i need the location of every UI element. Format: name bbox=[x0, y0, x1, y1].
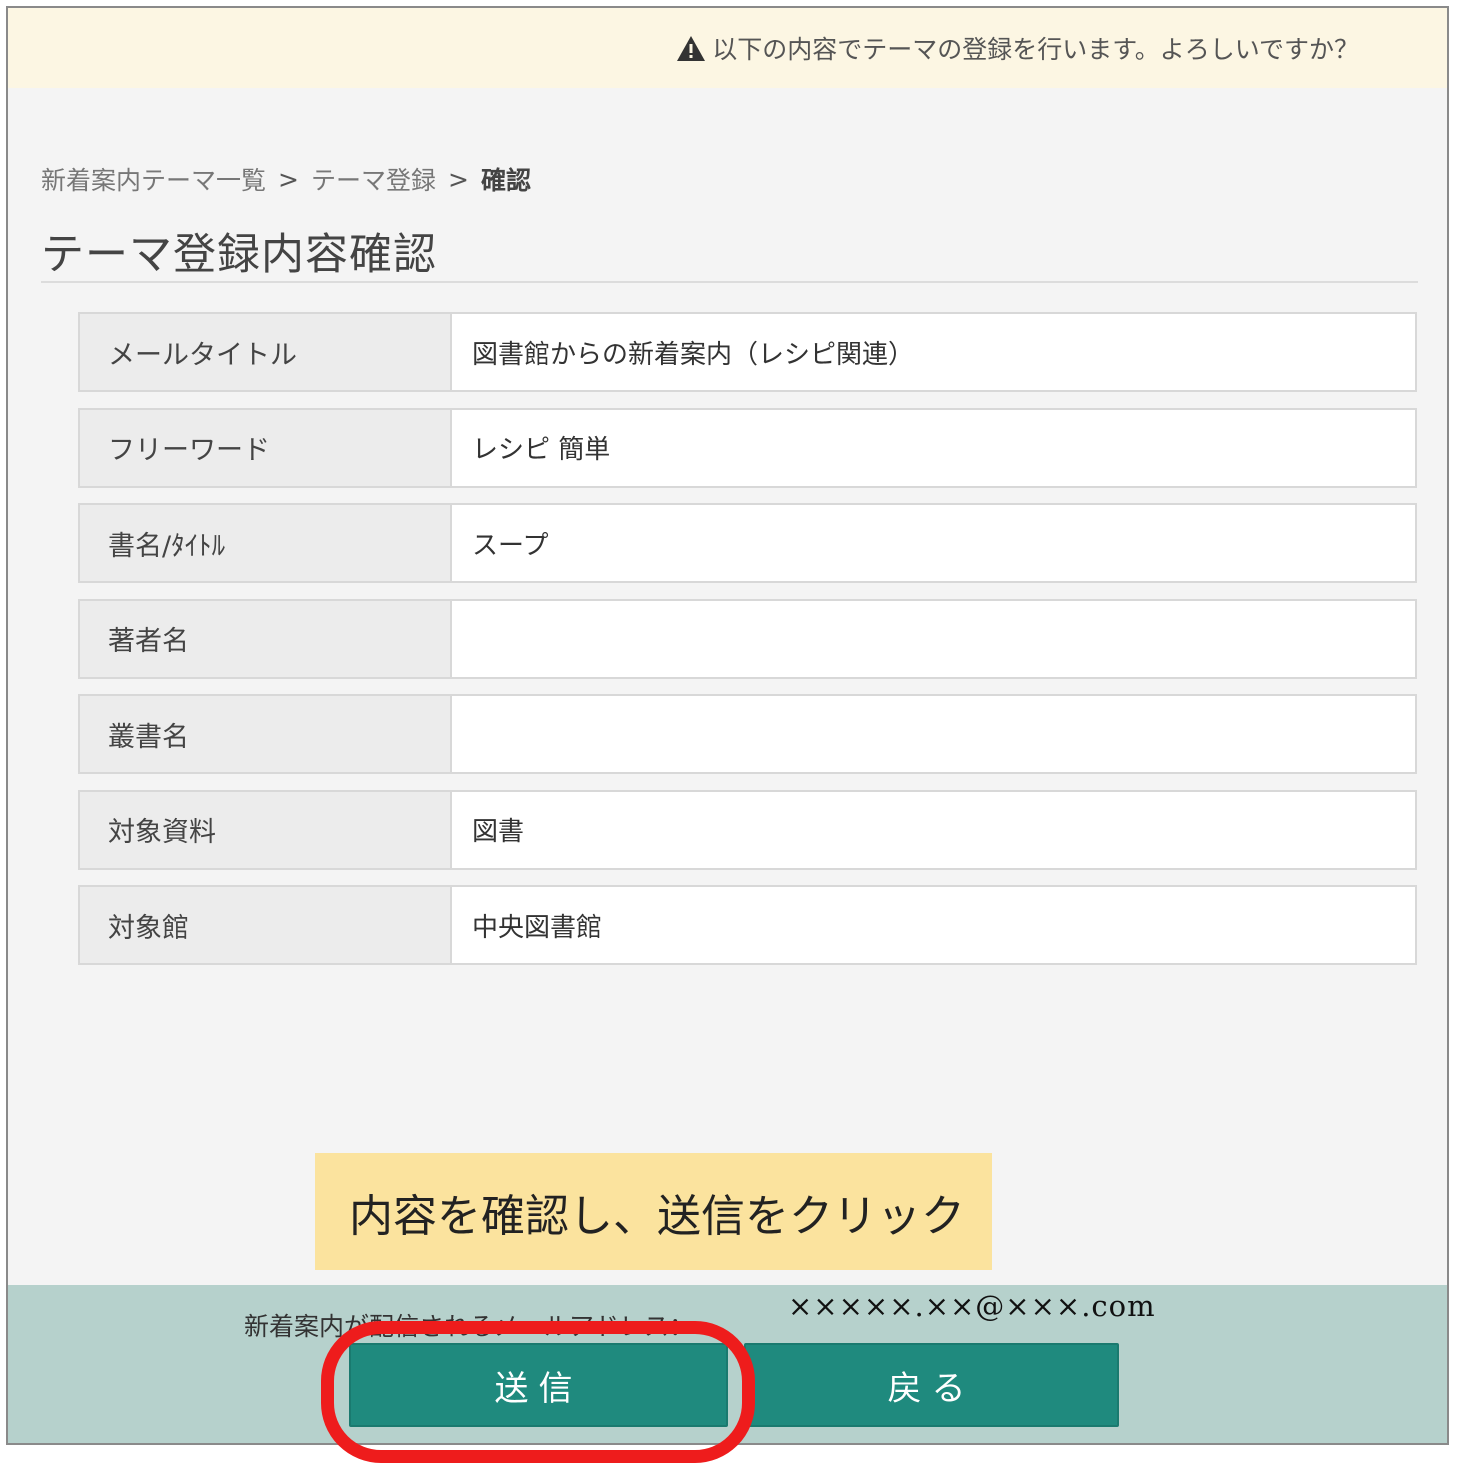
notice-bar: 以下の内容でテーマの登録を行います。よろしいですか？ bbox=[8, 8, 1447, 88]
mail-address-label: 新着案内が配信されるメールアドレス： bbox=[244, 1312, 695, 1341]
title-divider bbox=[41, 281, 1418, 283]
breadcrumb: 新着案内テーマ一覧 > テーマ登録 > 確認 bbox=[41, 161, 531, 197]
breadcrumb-item-confirm: 確認 bbox=[480, 166, 531, 195]
breadcrumb-separator: > bbox=[278, 164, 299, 194]
table-row: 著者名 bbox=[78, 598, 1417, 679]
row-label-free-word: フリーワード bbox=[80, 409, 452, 486]
notice-text: 以下の内容でテーマの登録を行います。よろしいですか？ bbox=[712, 35, 1359, 64]
row-value-book-title: スープ bbox=[452, 505, 1415, 581]
confirmation-table: メールタイトル 図書館からの新着案内（レシピ関連） フリーワード レシピ 簡単 … bbox=[78, 312, 1417, 981]
table-row: メールタイトル 図書館からの新着案内（レシピ関連） bbox=[78, 312, 1417, 392]
row-label-library: 対象館 bbox=[80, 887, 452, 963]
row-value-author bbox=[452, 600, 1415, 677]
row-value-material-type: 図書 bbox=[452, 791, 1415, 868]
row-label-author: 著者名 bbox=[80, 600, 452, 677]
row-value-library: 中央図書館 bbox=[452, 887, 1415, 963]
warning-icon bbox=[676, 35, 706, 62]
page-title: テーマ登録内容確認 bbox=[41, 230, 437, 280]
instruction-callout: 内容を確認し、送信をクリック bbox=[315, 1153, 992, 1270]
table-row: 対象館 中央図書館 bbox=[78, 885, 1417, 965]
breadcrumb-item-theme-list[interactable]: 新着案内テーマ一覧 bbox=[41, 161, 266, 197]
table-row: フリーワード レシピ 簡単 bbox=[78, 407, 1417, 488]
table-row: 叢書名 bbox=[78, 694, 1417, 774]
confirmation-page: 以下の内容でテーマの登録を行います。よろしいですか？ 新着案内テーマ一覧 > テ… bbox=[6, 6, 1449, 1445]
table-row: 書名/ﾀｲﾄﾙ スープ bbox=[78, 503, 1417, 583]
mail-address-value: ×××××.××@×××.com bbox=[788, 1289, 1156, 1323]
row-value-mail-title: 図書館からの新着案内（レシピ関連） bbox=[452, 314, 1415, 390]
row-value-free-word: レシピ 簡単 bbox=[452, 409, 1415, 486]
breadcrumb-separator: > bbox=[447, 164, 469, 194]
breadcrumb-item-theme-register[interactable]: テーマ登録 bbox=[311, 161, 436, 197]
row-label-book-title: 書名/ﾀｲﾄﾙ bbox=[80, 505, 452, 581]
row-value-series bbox=[452, 696, 1415, 772]
send-button[interactable]: 送信 bbox=[349, 1343, 728, 1427]
back-button[interactable]: 戻る bbox=[744, 1343, 1119, 1427]
row-label-series: 叢書名 bbox=[80, 696, 452, 772]
footer-bar: 新着案内が配信されるメールアドレス： ×××××.××@×××.com 送信 戻… bbox=[8, 1285, 1447, 1443]
row-label-material-type: 対象資料 bbox=[80, 791, 452, 868]
table-row: 対象資料 図書 bbox=[78, 789, 1417, 870]
row-label-mail-title: メールタイトル bbox=[80, 314, 452, 390]
